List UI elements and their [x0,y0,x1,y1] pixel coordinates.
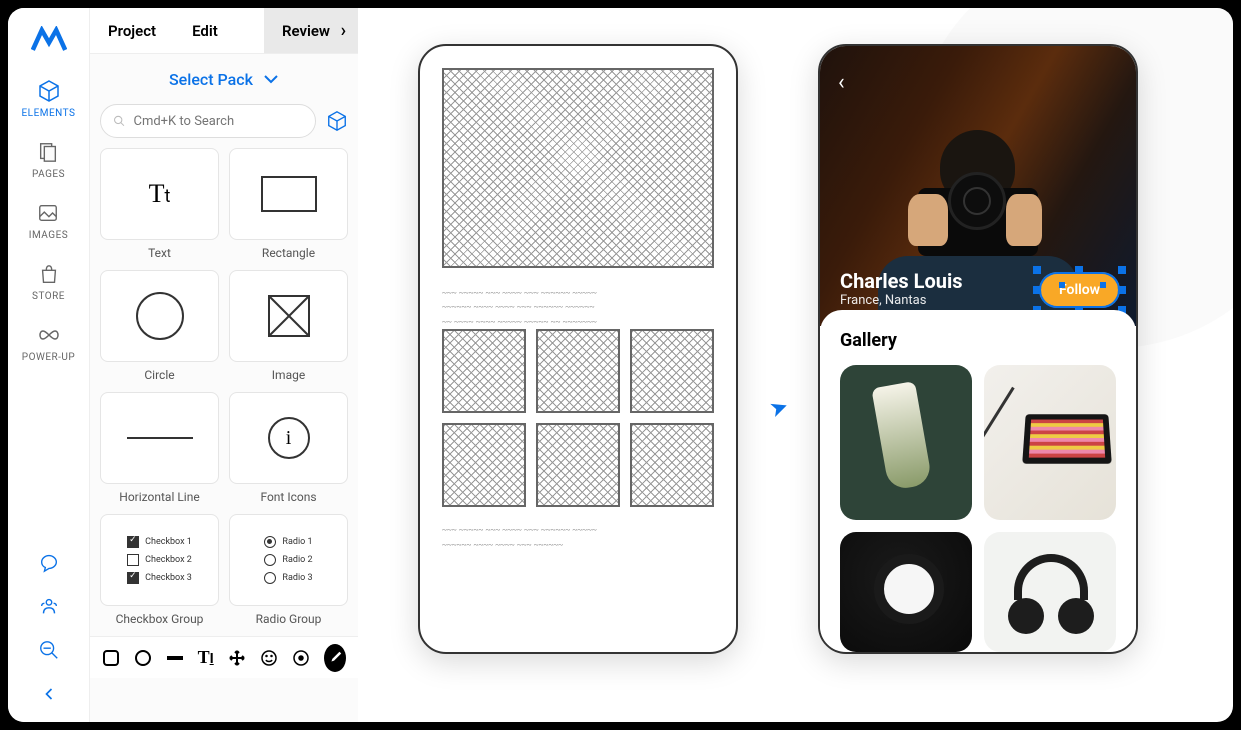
menu-edit[interactable]: Edit [174,8,236,53]
bag-icon [36,261,62,287]
search-input[interactable] [100,104,316,138]
wireframe-thumb[interactable] [536,329,620,413]
infinity-icon [36,322,62,348]
preview-frame[interactable]: ‹ Charles Louis France, Nantas Follow Ga… [818,44,1138,654]
select-pack-label: Select Pack [169,70,253,89]
topbar: Project Edit Review [90,8,358,54]
wireframe-thumb[interactable] [630,329,714,413]
tool-move-icon[interactable] [228,647,246,669]
element-grid: TtText Rectangle Circle Image Horizontal… [90,148,358,636]
nav-images[interactable]: IMAGES [29,200,68,241]
wireframe-thumb[interactable] [536,423,620,507]
wireframe-frame[interactable]: ~~~ ~~~~~ ~~~ ~~~~ ~~~ ~~~~~~ ~~~~~~~~~~… [418,44,738,654]
gallery-title: Gallery [840,330,1116,351]
tool-square-icon[interactable] [102,647,120,669]
elements-panel: Project Edit Review Select Pack TtText R… [90,8,358,722]
wireframe-thumb[interactable] [442,329,526,413]
element-radio-group[interactable]: Radio 1 Radio 2 Radio 3 Radio Group [229,514,348,626]
element-image[interactable]: Image [229,270,348,382]
follow-button[interactable]: Follow [1039,272,1120,308]
wireframe-thumb[interactable] [442,423,526,507]
app-root: ELEMENTS PAGES IMAGES STORE POWER-UP Pro… [8,8,1233,722]
wireframe-hero-image[interactable] [442,68,714,268]
gallery-item-watch[interactable] [840,532,972,652]
search-field[interactable] [133,114,303,129]
tool-line-icon[interactable] [166,647,183,669]
chevron-down-icon [263,74,279,84]
wireframe-thumb[interactable] [630,423,714,507]
search-icon [113,114,125,128]
cube-icon [36,78,62,104]
element-hline[interactable]: Horizontal Line [100,392,219,504]
wireframe-text-block[interactable]: ~~~ ~~~~~ ~~~ ~~~~ ~~~ ~~~~~~ ~~~~~~~~~~… [442,286,714,329]
chat-icon[interactable] [35,548,63,576]
wireframe-text-block[interactable]: ~~~ ~~~~~ ~~~ ~~~~ ~~~ ~~~~~~ ~~~~~~~~~~… [442,523,714,552]
view-3d-icon[interactable] [326,110,348,132]
nav-label: IMAGES [29,230,68,241]
nav-label: ELEMENTS [22,108,76,119]
profile-name: Charles Louis [840,269,963,293]
nav-pages[interactable]: PAGES [32,139,65,180]
tool-target-icon[interactable] [292,647,310,669]
element-circle[interactable]: Circle [100,270,219,382]
zoom-out-icon[interactable] [35,636,63,664]
nav-powerup[interactable]: POWER-UP [22,322,75,363]
gallery-item-palette[interactable] [984,365,1116,520]
gallery-section: Gallery [820,310,1136,650]
tool-circle-icon[interactable] [134,647,152,669]
cursor-icon: ➤ [766,394,792,424]
quick-toolbar: TI [90,636,358,678]
app-logo[interactable] [31,20,67,60]
nav-label: PAGES [32,169,65,180]
hero-photo: ‹ Charles Louis France, Nantas Follow [820,46,1136,326]
tool-text-icon[interactable]: TI [197,647,214,669]
left-sidebar: ELEMENTS PAGES IMAGES STORE POWER-UP [8,8,90,722]
team-icon[interactable] [35,592,63,620]
canvas-area[interactable]: ~~~ ~~~~~ ~~~ ~~~~ ~~~ ~~~~~~ ~~~~~~~~~~… [358,8,1233,722]
image-icon [35,200,61,226]
menu-review[interactable]: Review [264,8,358,53]
nav-elements[interactable]: ELEMENTS [22,78,76,119]
element-checkbox-group[interactable]: Checkbox 1 Checkbox 2 Checkbox 3 Checkbo… [100,514,219,626]
profile-location: France, Nantas [840,293,963,308]
element-font-icons[interactable]: iFont Icons [229,392,348,504]
gallery-item-headphones[interactable] [984,532,1116,652]
menu-project[interactable]: Project [90,8,174,53]
nav-store[interactable]: STORE [32,261,65,302]
collapse-icon[interactable] [35,680,63,708]
back-button[interactable]: ‹ [838,70,845,95]
gallery-item-cosmetic[interactable] [840,365,972,520]
element-rectangle[interactable]: Rectangle [229,148,348,260]
nav-label: POWER-UP [22,352,75,363]
tool-brush-icon[interactable] [324,644,346,672]
element-text[interactable]: TtText [100,148,219,260]
nav-label: STORE [32,291,65,302]
pages-icon [35,139,61,165]
select-pack-dropdown[interactable]: Select Pack [90,54,358,104]
tool-emoji-icon[interactable] [260,647,278,669]
